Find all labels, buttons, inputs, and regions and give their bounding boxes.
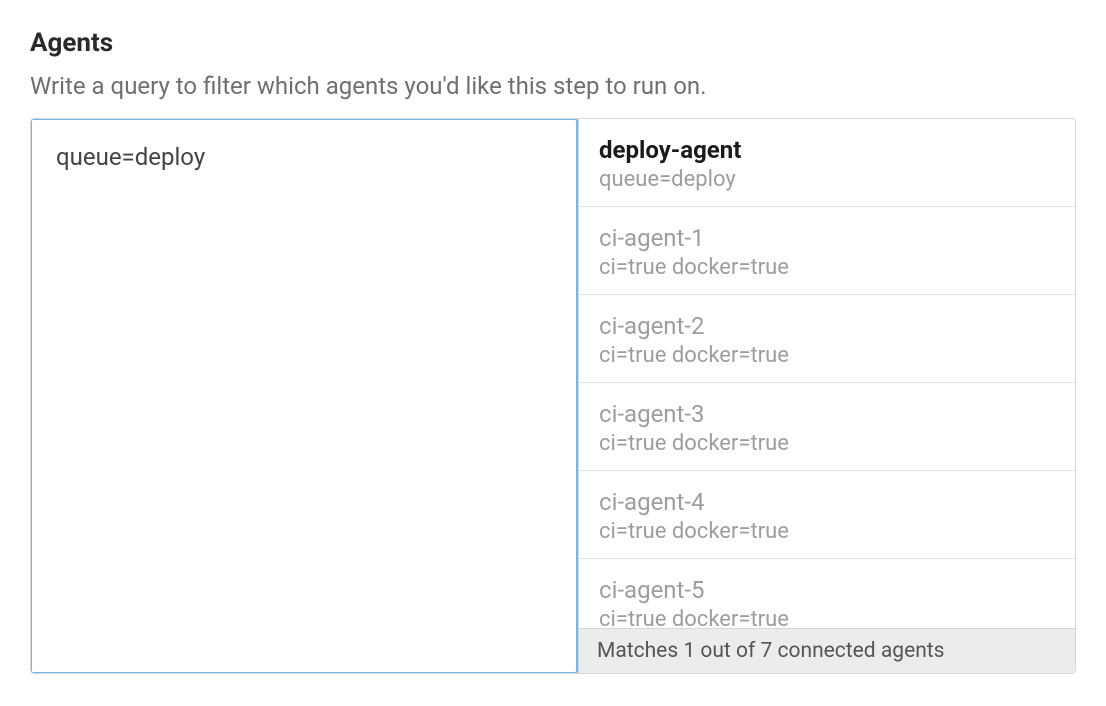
- agent-list-item[interactable]: ci-agent-2ci=true docker=true: [579, 295, 1075, 383]
- agent-tags: ci=true docker=true: [599, 431, 1055, 456]
- agent-list-item[interactable]: ci-agent-4ci=true docker=true: [579, 471, 1075, 559]
- agents-panel-container: deploy-agentqueue=deployci-agent-1ci=tru…: [30, 118, 1076, 674]
- section-description: Write a query to filter which agents you…: [30, 72, 1076, 100]
- agent-list-item[interactable]: deploy-agentqueue=deploy: [579, 119, 1075, 207]
- agent-name: ci-agent-2: [599, 311, 1055, 341]
- agent-tags: ci=true docker=true: [599, 607, 1055, 628]
- agent-list-item[interactable]: ci-agent-3ci=true docker=true: [579, 383, 1075, 471]
- section-title: Agents: [30, 28, 1076, 58]
- agent-name: ci-agent-1: [599, 223, 1055, 253]
- agent-name: ci-agent-3: [599, 399, 1055, 429]
- agent-list-item[interactable]: ci-agent-5ci=true docker=true: [579, 559, 1075, 628]
- agent-tags: queue=deploy: [599, 167, 1055, 192]
- match-count-footer: Matches 1 out of 7 connected agents: [579, 628, 1075, 673]
- agent-query-input[interactable]: [30, 118, 578, 674]
- agent-name: ci-agent-5: [599, 575, 1055, 605]
- agent-name: ci-agent-4: [599, 487, 1055, 517]
- agent-tags: ci=true docker=true: [599, 343, 1055, 368]
- agent-list-item[interactable]: ci-agent-1ci=true docker=true: [579, 207, 1075, 295]
- agent-tags: ci=true docker=true: [599, 519, 1055, 544]
- agent-name: deploy-agent: [599, 135, 1055, 165]
- agents-scroll-area[interactable]: deploy-agentqueue=deployci-agent-1ci=tru…: [579, 119, 1075, 628]
- agent-tags: ci=true docker=true: [599, 255, 1055, 280]
- agents-list-panel: deploy-agentqueue=deployci-agent-1ci=tru…: [578, 119, 1075, 673]
